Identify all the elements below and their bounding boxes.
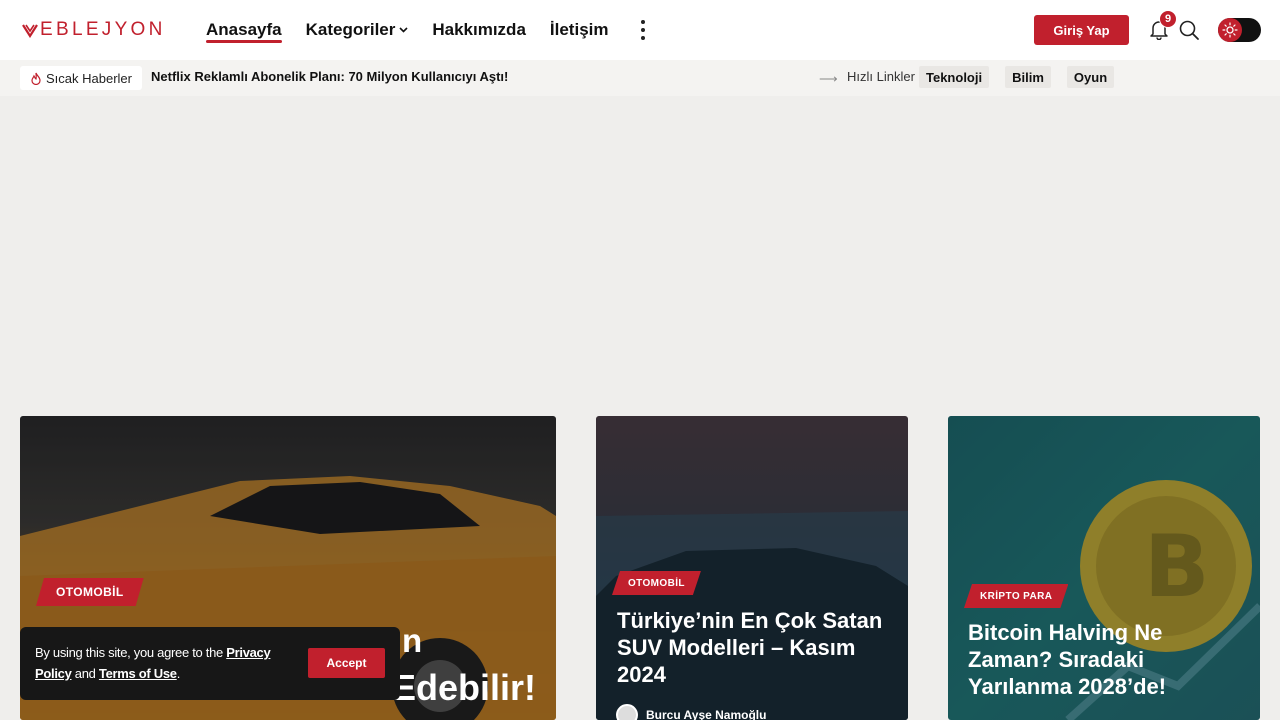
featured-card-2[interactable]: OTOMOBİL Türkiye’nin En Çok Satan SUV Mo…: [596, 416, 908, 720]
more-vertical-icon[interactable]: [635, 18, 651, 42]
nav-item-about[interactable]: Hakkımızda: [432, 0, 526, 60]
author[interactable]: Burcu Ayşe Namoğlu: [616, 704, 766, 720]
quick-link-technology[interactable]: Teknoloji: [919, 66, 990, 88]
terms-of-use-link[interactable]: Terms of Use: [99, 666, 177, 681]
category-badge[interactable]: KRİPTO PARA: [964, 584, 1068, 608]
sun-icon: [1218, 18, 1242, 42]
cookie-text: By using this site, you agree to the Pri…: [35, 642, 300, 684]
card-title[interactable]: Türkiye’nin En Çok Satan SUV Modelleri –…: [617, 608, 897, 688]
quick-links-label: Hızlı Linkler: [847, 69, 915, 84]
avatar: [616, 704, 638, 720]
category-badge[interactable]: OTOMOBİL: [36, 578, 144, 606]
search-icon[interactable]: [1178, 19, 1200, 41]
cookie-text-and: and: [71, 666, 99, 681]
logo-mark-icon: [22, 24, 38, 38]
cookie-banner: By using this site, you agree to the Pri…: [20, 627, 400, 700]
site-header: EBLEJYON Anasayfa Kategoriler Hakkımızda…: [0, 0, 1280, 60]
chevron-down-icon: [399, 27, 408, 33]
card-title[interactable]: Edebilir!: [392, 666, 536, 710]
nav-item-categories[interactable]: Kategoriler: [306, 0, 409, 60]
hot-news-text: Sıcak Haberler: [46, 70, 132, 86]
nav-item-home[interactable]: Anasayfa: [206, 0, 282, 60]
main-nav: Anasayfa Kategoriler Hakkımızda İletişim: [206, 0, 651, 60]
category-badge[interactable]: OTOMOBİL: [612, 571, 701, 595]
quick-link-science[interactable]: Bilim: [1005, 66, 1051, 88]
featured-card-3[interactable]: B KRİPTO PARA Bitcoin Halving Ne Zaman? …: [948, 416, 1260, 720]
notification-badge: 9: [1159, 10, 1177, 28]
theme-toggle[interactable]: [1218, 18, 1261, 42]
author-name: Burcu Ayşe Namoğlu: [646, 708, 767, 720]
card-title-partial[interactable]: n: [402, 621, 422, 661]
site-logo[interactable]: EBLEJYON: [22, 17, 166, 43]
logo-text: EBLEJYON: [40, 19, 166, 40]
hot-news-label: Sıcak Haberler: [20, 66, 142, 90]
cookie-text-before: By using this site, you agree to the: [35, 645, 227, 660]
quick-links: Teknoloji Bilim Oyun: [919, 66, 1130, 88]
card-title[interactable]: Bitcoin Halving Ne Zaman? Sıradaki Yarıl…: [968, 620, 1248, 700]
nav-item-label: Kategoriler: [305, 20, 396, 39]
ticker-headline[interactable]: Netflix Reklamlı Abonelik Planı: 70 Mily…: [151, 69, 508, 84]
login-button[interactable]: Giriş Yap: [1034, 15, 1129, 45]
arrow-right-icon: ⟶: [819, 71, 838, 86]
nav-item-contact[interactable]: İletişim: [550, 0, 609, 60]
flame-icon: [31, 72, 41, 85]
quick-link-games[interactable]: Oyun: [1066, 66, 1115, 88]
cookie-text-end: .: [176, 666, 181, 681]
accept-cookies-button[interactable]: Accept: [308, 648, 385, 678]
